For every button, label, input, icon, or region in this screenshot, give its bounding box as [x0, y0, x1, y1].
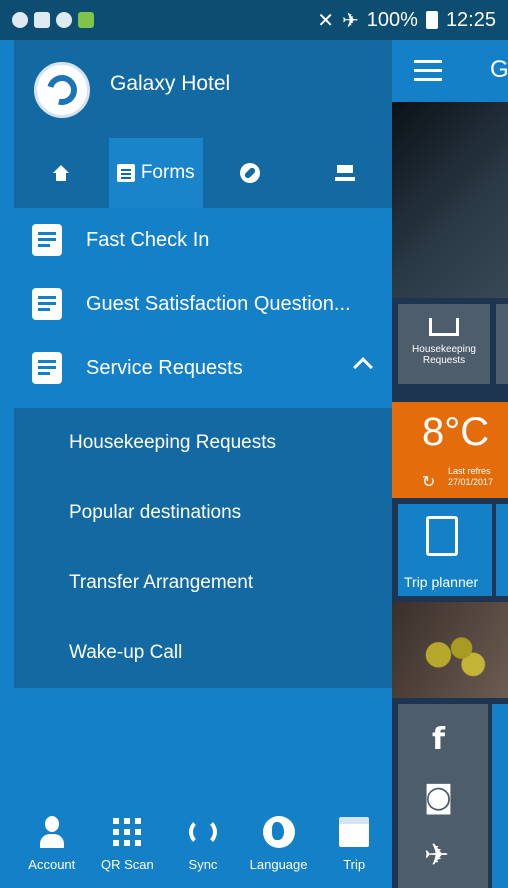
hotel-name: Galaxy Hotel — [110, 72, 231, 95]
bed-icon — [429, 318, 459, 336]
airplane-icon: ✈ — [342, 9, 359, 32]
battery-level: 100% — [366, 8, 418, 31]
app-topbar: G — [392, 40, 508, 102]
olive-image — [392, 602, 508, 698]
background-app: G Housekeeping Requests 8°C ↻ Last refre… — [392, 40, 508, 888]
sync-status-icon — [56, 12, 72, 28]
facebook-icon[interactable]: f — [432, 722, 445, 757]
weather-temperature: 8°C — [422, 410, 490, 454]
forms-list: Fast Check In Guest Satisfaction Questio… — [14, 208, 392, 400]
battery-icon — [425, 11, 438, 29]
document-icon — [32, 288, 62, 320]
instagram-icon[interactable]: ◙ — [424, 780, 453, 815]
drawer-bottom-nav: Account QR Scan Sync Language Trip — [14, 800, 392, 888]
trip-label: Trip — [343, 857, 366, 872]
android-icon — [78, 12, 94, 28]
qr-icon — [113, 818, 142, 846]
drawer-tabs: Forms — [14, 138, 392, 208]
hotel-logo — [34, 62, 90, 118]
navigation-drawer: Galaxy Hotel Forms Fast Check In Guest S… — [0, 40, 392, 888]
chevron-up-icon[interactable] — [353, 357, 373, 377]
service-requests-sublist: Housekeeping Requests Popular destinatio… — [14, 408, 392, 688]
last-refresh-label: Last refres — [448, 466, 491, 476]
list-item-label: Service Requests — [86, 356, 243, 379]
refresh-icon[interactable]: ↻ — [422, 472, 435, 492]
twitter-icon[interactable]: ✈ — [424, 838, 449, 873]
last-refresh-date: 27/01/2017 — [448, 477, 494, 487]
language-button[interactable]: Language — [241, 800, 317, 888]
mute-icon: ✕ — [317, 9, 335, 32]
tab-forms-label: Forms — [140, 162, 195, 183]
tab-shop[interactable] — [298, 138, 393, 208]
sync-button[interactable]: Sync — [165, 800, 241, 888]
qr-scan-button[interactable]: QR Scan — [90, 800, 166, 888]
calendar-icon — [339, 817, 370, 847]
clock: 12:25 — [445, 8, 496, 31]
sublist-item-popular-destinations[interactable]: Popular destinations — [14, 478, 392, 548]
sync-icon — [188, 818, 217, 846]
tab-forms[interactable]: Forms — [108, 138, 203, 208]
home-icon — [53, 165, 70, 181]
list-item-label: Fast Check In — [86, 228, 210, 251]
housekeeping-tile[interactable]: Housekeeping Requests — [398, 304, 490, 384]
clipboard-icon — [426, 516, 458, 556]
status-bar: ✕ ✈ 100% 12:25 — [0, 0, 508, 40]
account-label: Account — [28, 857, 76, 872]
trip-button[interactable]: Trip — [316, 800, 392, 888]
qr-scan-label: QR Scan — [101, 857, 154, 872]
trip-planner-tile[interactable]: Trip planner — [398, 504, 492, 596]
account-icon — [39, 816, 64, 848]
globe-icon — [262, 816, 295, 848]
cart-icon — [334, 165, 355, 181]
gallery-icon — [34, 12, 50, 28]
tab-home[interactable] — [14, 138, 109, 208]
app-title: G — [490, 56, 508, 83]
tile-partial[interactable] — [496, 304, 508, 384]
compass-icon — [240, 163, 261, 183]
hero-image — [392, 102, 508, 298]
list-item-fast-check-in[interactable]: Fast Check In — [14, 208, 392, 272]
trip-planner-label: Trip planner — [404, 574, 479, 590]
menu-icon[interactable] — [414, 60, 442, 81]
sync-label: Sync — [188, 857, 218, 872]
social-tile: f ◙ ✈ — [398, 704, 488, 888]
account-button[interactable]: Account — [14, 800, 90, 888]
list-item-label: Guest Satisfaction Question... — [86, 292, 351, 315]
drawer-header: Galaxy Hotel Forms — [14, 40, 392, 208]
language-label: Language — [249, 857, 308, 872]
tile-partial-3 — [492, 704, 508, 888]
list-item-guest-satisfaction[interactable]: Guest Satisfaction Question... — [14, 272, 392, 336]
sublist-item-transfer[interactable]: Transfer Arrangement — [14, 548, 392, 618]
sublist-item-housekeeping[interactable]: Housekeeping Requests — [14, 408, 392, 478]
sublist-item-wake-up-call[interactable]: Wake-up Call — [14, 618, 392, 688]
document-icon — [32, 224, 62, 256]
tab-explore[interactable] — [203, 138, 298, 208]
list-item-service-requests[interactable]: Service Requests — [14, 336, 392, 400]
weather-tile[interactable]: 8°C ↻ Last refres 27/01/2017 — [392, 402, 508, 498]
document-icon — [32, 352, 62, 384]
form-icon — [116, 164, 135, 182]
notification-icon — [12, 12, 28, 28]
tile-partial-2[interactable] — [496, 504, 508, 596]
housekeeping-tile-label: Housekeeping Requests — [412, 344, 476, 366]
